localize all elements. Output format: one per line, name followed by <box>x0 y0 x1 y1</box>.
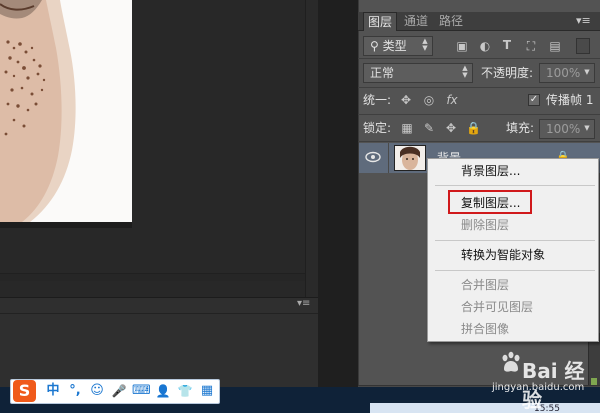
fill-label: 填充: <box>506 121 535 135</box>
menu-item-merge-layers[interactable]: 合并图层 <box>461 277 509 293</box>
canvas-scrollbar[interactable] <box>0 273 305 281</box>
ime-punctuation-icon[interactable]: °, <box>66 382 84 400</box>
lock-all-icon[interactable]: 🔒 <box>466 121 481 135</box>
baidu-paw-icon <box>498 349 524 375</box>
dock-gap <box>318 0 358 413</box>
watermark-url: jingyan.baidu.com <box>492 382 585 393</box>
menu-item-merge-visible[interactable]: 合并可见图层 <box>461 299 533 315</box>
ime-user-icon[interactable]: 👤 <box>154 382 172 400</box>
face-image <box>0 0 132 222</box>
filter-toggle-icon[interactable] <box>576 38 590 54</box>
panel-menu-icon[interactable]: ▾≡ <box>576 14 594 28</box>
filter-adjustment-icon[interactable]: ◐ <box>478 39 492 53</box>
lock-transparent-icon[interactable]: ▦ <box>400 121 414 135</box>
propagate-frame-label: 传播帧 1 <box>546 93 594 107</box>
ime-emoji-icon[interactable]: ☺ <box>88 382 106 400</box>
unify-visibility-icon[interactable]: ◎ <box>421 93 437 107</box>
ime-skin-icon[interactable]: 👕 <box>176 382 194 400</box>
chevron-updown-icon: ▲ ▼ <box>422 37 428 52</box>
tab-channels[interactable]: 通道 <box>400 12 432 31</box>
menu-separator <box>435 240 595 241</box>
ime-chinese-mode-icon[interactable]: 中 <box>44 382 62 400</box>
lock-image-icon[interactable]: ✎ <box>422 121 436 135</box>
highlight-annotation-box <box>448 190 532 214</box>
chevron-updown-icon: ▲ ▼ <box>462 64 468 79</box>
filter-shape-icon[interactable]: ⛶ <box>524 39 538 53</box>
blend-mode-value: 正常 <box>370 66 395 80</box>
lower-panel-divider <box>0 313 318 314</box>
propagate-frame-checkbox[interactable]: ✓ <box>528 94 540 106</box>
fill-field[interactable]: 100% ▼ <box>539 119 595 139</box>
layer-divider <box>388 143 389 173</box>
canvas-photo[interactable] <box>0 0 132 222</box>
tab-paths[interactable]: 路径 <box>437 12 465 31</box>
layer-thumbnail[interactable] <box>394 145 426 171</box>
filter-pixel-icon[interactable]: ▣ <box>455 39 469 53</box>
search-icon: ⚲ <box>370 39 383 53</box>
unify-position-icon[interactable]: ✥ <box>398 93 414 107</box>
chevron-down-icon: ▼ <box>584 68 590 76</box>
menu-item-convert-smart-object[interactable]: 转换为智能对象 <box>461 247 545 263</box>
unify-style-icon[interactable]: fx <box>444 93 460 107</box>
menu-separator <box>435 270 595 271</box>
opacity-label: 不透明度: <box>481 66 534 80</box>
filter-type-icon[interactable]: T <box>500 38 514 52</box>
ime-voice-icon[interactable]: 🎤 <box>110 382 128 400</box>
chevron-down-icon: ▼ <box>584 124 590 132</box>
blend-mode-select[interactable]: 正常 ▲ ▼ <box>363 63 473 83</box>
sogou-logo-icon[interactable]: S <box>13 380 36 402</box>
menu-item-background-layer[interactable]: 背景图层... <box>461 163 520 179</box>
fill-value: 100% <box>546 122 581 136</box>
ime-toolbox-icon[interactable]: ▦ <box>198 382 216 400</box>
filter-kind-label: 类型 <box>382 39 407 53</box>
filter-kind-select[interactable]: ⚲ 类型 ▲ ▼ <box>363 36 433 56</box>
lower-panel <box>0 297 318 387</box>
lock-label: 锁定: <box>363 121 392 135</box>
eye-icon[interactable] <box>362 146 384 168</box>
tab-layers[interactable]: 图层 <box>363 12 397 31</box>
lock-position-icon[interactable]: ✥ <box>444 121 458 135</box>
canvas-shadow <box>0 222 132 228</box>
canvas-border <box>305 0 318 300</box>
opacity-field[interactable]: 100% ▼ <box>539 63 595 83</box>
filter-smart-object-icon[interactable]: ▤ <box>548 39 562 53</box>
menu-item-delete-layer[interactable]: 删除图层 <box>461 217 509 233</box>
unify-label: 统一: <box>363 93 392 107</box>
opacity-value: 100% <box>546 66 581 80</box>
menu-separator <box>435 185 595 186</box>
panel-menu-icon[interactable]: ▾≡ <box>297 298 315 310</box>
ime-keyboard-icon[interactable]: ⌨ <box>132 382 151 400</box>
menu-item-flatten-image[interactable]: 拼合图像 <box>461 321 509 337</box>
